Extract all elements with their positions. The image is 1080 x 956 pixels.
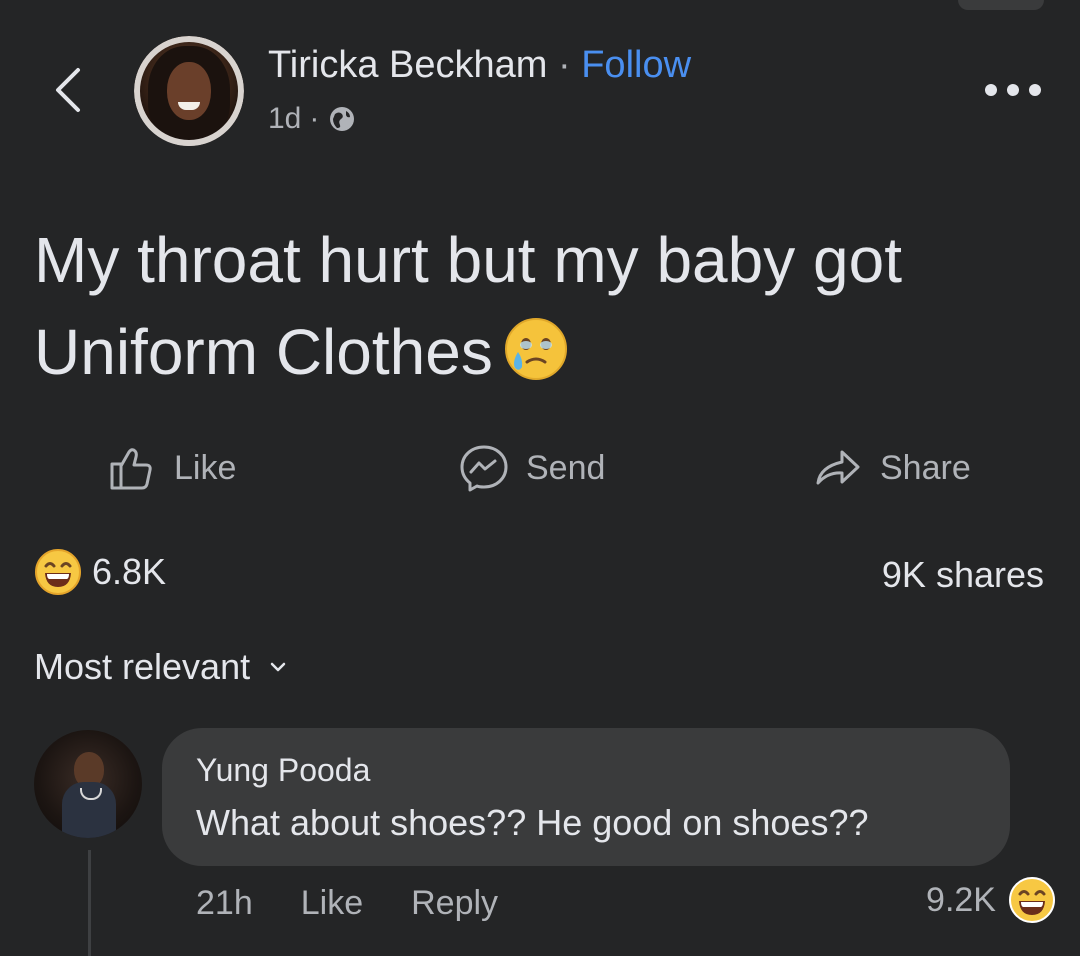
globe-icon (330, 107, 355, 131)
comment-reaction-count: 9.2K (926, 880, 996, 919)
reaction-summary[interactable]: 6.8K (34, 548, 166, 596)
share-count[interactable]: 9K shares (882, 554, 1044, 596)
more-options-button[interactable] (985, 84, 1041, 98)
thread-line (88, 850, 91, 956)
author-avatar[interactable] (134, 36, 244, 146)
like-label: Like (174, 448, 237, 487)
comment-actions: 21h Like Reply (196, 884, 498, 923)
share-arrow-icon (816, 450, 860, 485)
back-button[interactable] (48, 62, 88, 118)
chevron-left-icon (56, 68, 80, 112)
comment-bubble[interactable] (162, 728, 1010, 866)
laughing-emoji-icon (35, 549, 81, 595)
comment-like-button[interactable]: Like (301, 884, 363, 923)
commenter-avatar[interactable] (34, 730, 142, 838)
scroll-indicator (958, 0, 1044, 10)
laughing-emoji-icon (1009, 877, 1055, 923)
comment-time: 21h (196, 884, 253, 922)
send-label: Send (526, 448, 606, 487)
share-label: Share (880, 448, 971, 487)
meta-separator: · (309, 102, 320, 135)
post-text: My throat hurt but my baby got Uniform C… (34, 224, 902, 388)
comment-sort-dropdown[interactable]: Most relevant (34, 646, 288, 688)
sort-label: Most relevant (34, 646, 251, 687)
commenter-name[interactable]: Yung Pooda (196, 752, 370, 789)
comment-reaction-summary[interactable]: 9.2K (926, 876, 1056, 924)
name-separator: · (547, 44, 582, 86)
post-header: Tiricka Beckham · Follow (268, 44, 691, 87)
comment-text: What about shoes?? He good on shoes?? (196, 802, 869, 843)
post-time: 1d (268, 102, 302, 135)
send-button[interactable]: Send (458, 440, 605, 496)
post-body: My throat hurt but my baby got Uniform C… (34, 214, 1044, 398)
post-meta: 1d · (268, 102, 357, 136)
thumbs-up-icon (110, 448, 152, 490)
share-button[interactable]: Share (812, 440, 971, 496)
reaction-count: 6.8K (92, 551, 167, 592)
comment-reply-button[interactable]: Reply (411, 884, 498, 923)
messenger-icon (460, 445, 508, 492)
chevron-down-icon (270, 662, 286, 672)
like-button[interactable]: Like (106, 440, 236, 496)
follow-button[interactable]: Follow (581, 44, 691, 86)
post-page: Tiricka Beckham · Follow 1d · My throat … (0, 0, 1080, 956)
author-name[interactable]: Tiricka Beckham (268, 44, 547, 86)
face-holding-back-tears-icon (504, 318, 567, 380)
